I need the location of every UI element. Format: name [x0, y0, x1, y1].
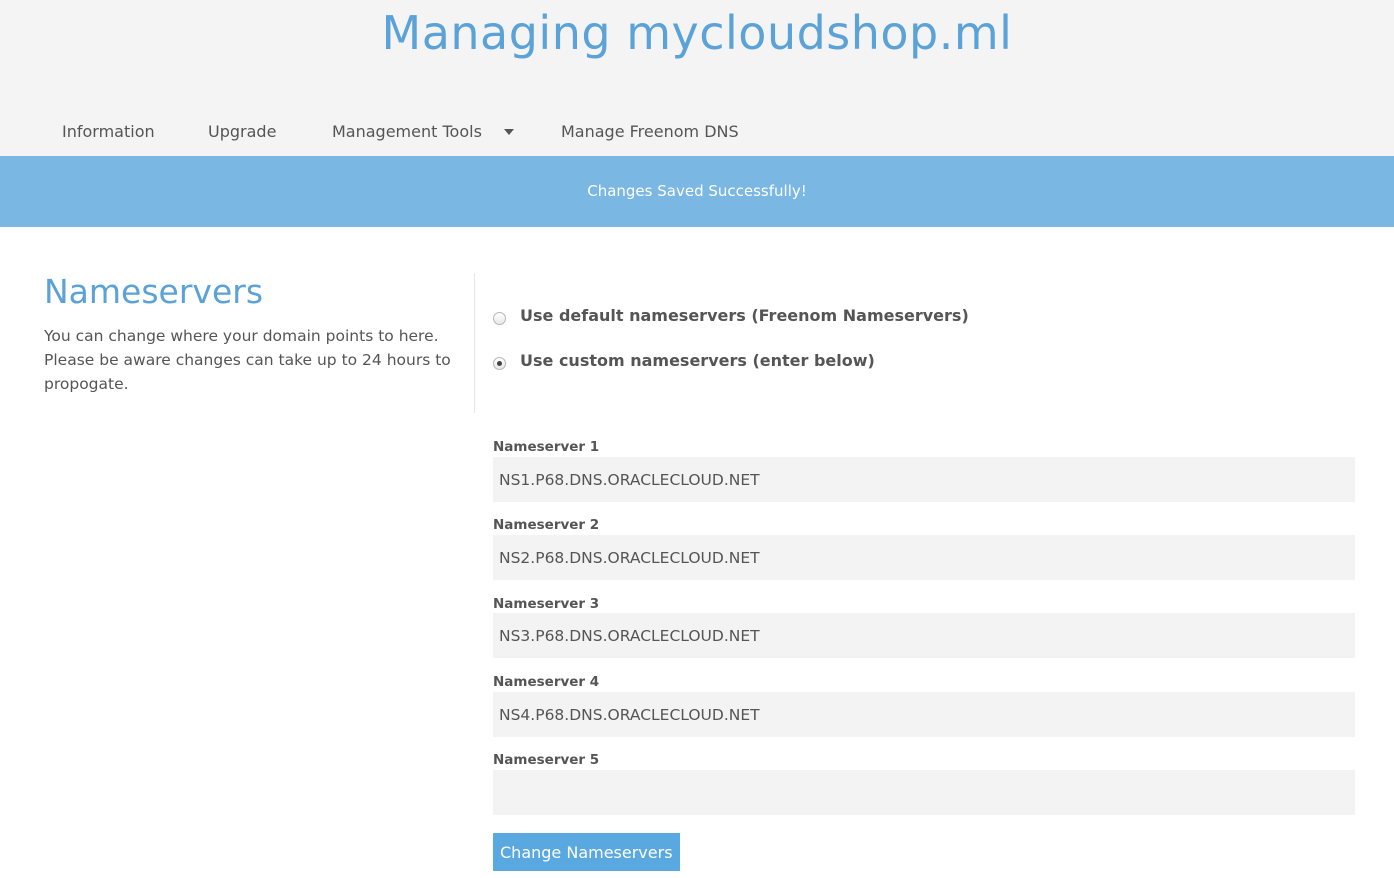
page-header: Managing mycloudshop.ml Information Upgr… — [0, 0, 1394, 156]
nameserver-5-label: Nameserver 5 — [493, 752, 600, 768]
nameserver-4-input[interactable] — [493, 692, 1355, 737]
nameserver-2-label: Nameserver 2 — [493, 517, 600, 533]
nav-item-management-tools[interactable]: Management Tools — [332, 122, 514, 141]
nameserver-1-input[interactable] — [493, 457, 1355, 502]
default-nameservers-label[interactable]: Use default nameservers (Freenom Nameser… — [520, 306, 969, 325]
nav-item-upgrade[interactable]: Upgrade — [208, 122, 276, 141]
nav-item-management-tools-label: Management Tools — [332, 122, 482, 141]
nameserver-3-label: Nameserver 3 — [493, 596, 600, 612]
nameserver-3-input[interactable] — [493, 613, 1355, 658]
nameserver-4-label: Nameserver 4 — [493, 674, 600, 690]
nameserver-1-label: Nameserver 1 — [493, 439, 600, 455]
nameservers-intro: Nameservers You can change where your do… — [44, 270, 454, 396]
nameserver-2-input[interactable] — [493, 535, 1355, 580]
default-nameservers-option[interactable]: Use default nameservers (Freenom Nameser… — [493, 306, 969, 325]
custom-nameservers-radio[interactable] — [493, 357, 506, 370]
nav-item-manage-freenom-dns[interactable]: Manage Freenom DNS — [561, 122, 739, 141]
nameserver-5-input[interactable] — [493, 770, 1355, 815]
caret-down-icon — [503, 128, 514, 135]
nav-item-information[interactable]: Information — [62, 122, 155, 141]
column-divider — [474, 273, 475, 413]
change-nameservers-button[interactable]: Change Nameservers — [493, 833, 680, 871]
success-banner: Changes Saved Successfully! — [0, 156, 1394, 227]
custom-nameservers-option[interactable]: Use custom nameservers (enter below) — [493, 351, 875, 370]
page-title: Managing mycloudshop.ml — [381, 6, 1013, 60]
custom-nameservers-label[interactable]: Use custom nameservers (enter below) — [520, 351, 875, 370]
section-title: Nameservers — [44, 272, 264, 311]
section-description: You can change where your domain points … — [44, 327, 451, 393]
default-nameservers-radio[interactable] — [493, 312, 506, 325]
